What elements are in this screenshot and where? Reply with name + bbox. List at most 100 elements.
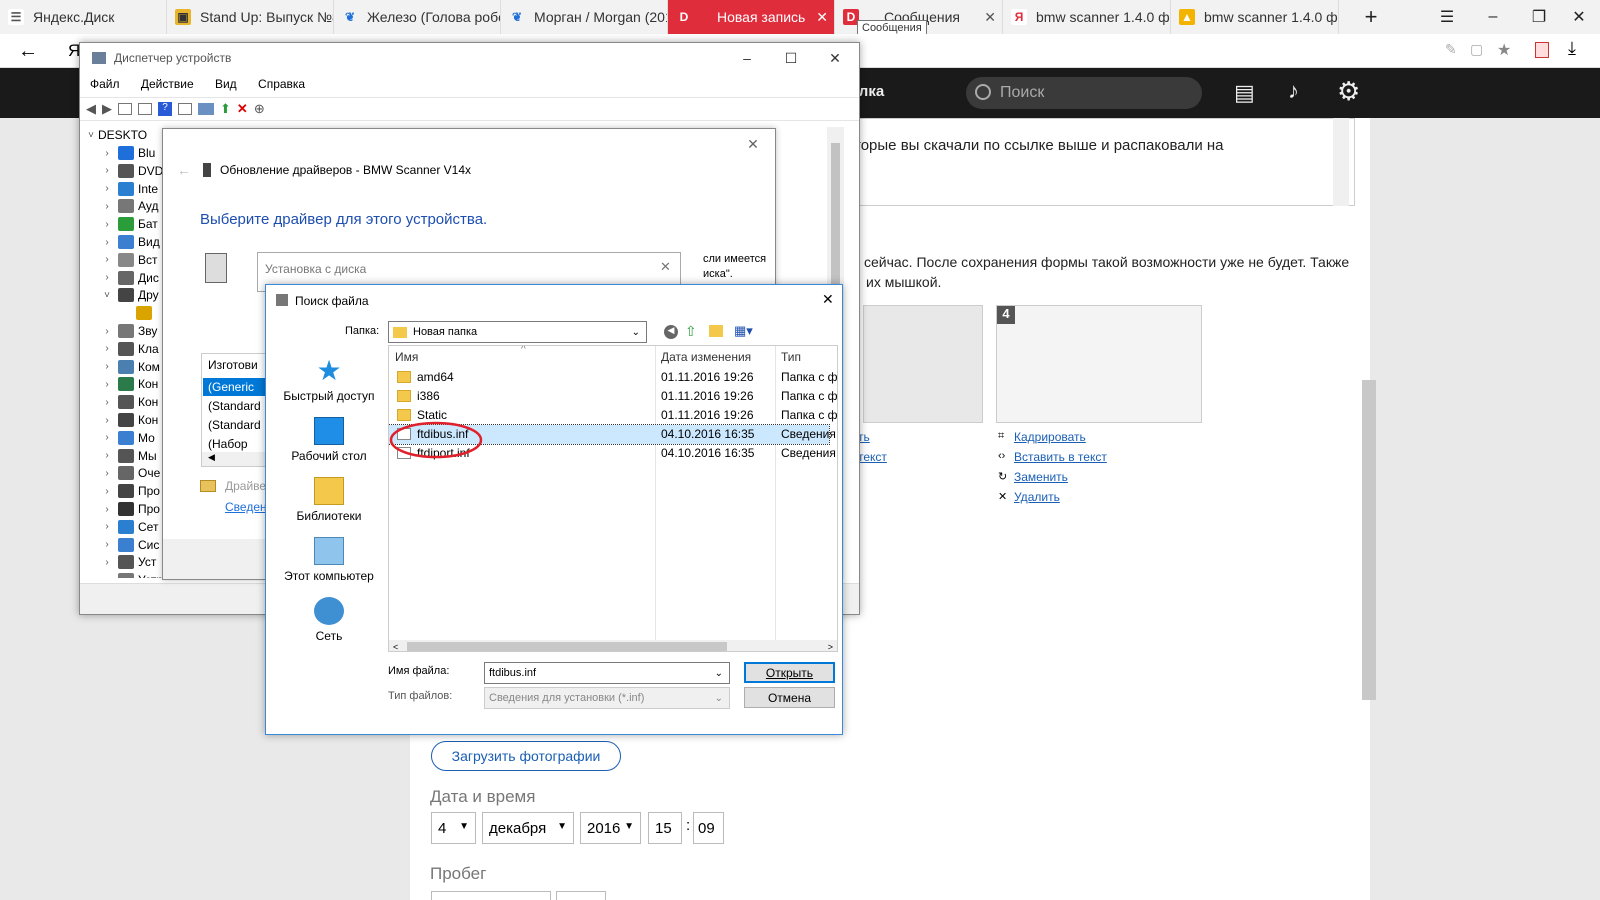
- tree-item[interactable]: ˅ Дру: [100, 286, 159, 304]
- chevron-right-icon[interactable]: ›: [100, 201, 114, 212]
- uninstall-icon[interactable]: ✕: [237, 101, 248, 117]
- close-icon[interactable]: ✕: [813, 43, 857, 73]
- replace-link[interactable]: Заменить: [1014, 470, 1068, 484]
- open-button[interactable]: Открыть: [744, 662, 835, 683]
- list-item[interactable]: (Standard: [208, 399, 261, 413]
- tree-item[interactable]: › Зву: [100, 322, 157, 340]
- tab-zhelezo[interactable]: ❦ Железо (Голова робот: [334, 0, 501, 34]
- insert-into-text-link[interactable]: Вставить в текст: [1014, 450, 1107, 464]
- chevron-right-icon[interactable]: ›: [100, 521, 114, 532]
- photo-thumbnail[interactable]: 4: [996, 305, 1202, 423]
- folder-row[interactable]: i386 01.11.2016 19:26 Папка с ф: [389, 387, 837, 406]
- editor-textarea[interactable]: [840, 118, 1355, 206]
- file-list-hscroll[interactable]: < >: [389, 640, 837, 651]
- scroll-left-icon[interactable]: <: [393, 642, 398, 651]
- up-folder-icon[interactable]: ⇧: [685, 323, 697, 340]
- star-icon[interactable]: ★: [1497, 40, 1511, 60]
- place-this-pc[interactable]: Этот компьютер: [270, 537, 388, 583]
- place-desktop[interactable]: Рабочий стол: [270, 417, 388, 463]
- menu-file[interactable]: Файл: [90, 77, 120, 91]
- new-folder-icon[interactable]: [709, 325, 723, 337]
- tree-item[interactable]: › Сет: [100, 518, 158, 536]
- chevron-right-icon[interactable]: ›: [100, 539, 114, 550]
- mileage-input[interactable]: [431, 891, 551, 900]
- back-icon[interactable]: ◀: [86, 101, 96, 117]
- tree-item[interactable]: › Мо: [100, 429, 155, 447]
- chevron-right-icon[interactable]: ›: [100, 450, 114, 461]
- lock-icon[interactable]: ▢: [1470, 41, 1483, 58]
- chevron-right-icon[interactable]: ›: [100, 148, 114, 159]
- tab-stand-up[interactable]: ▣ Stand Up: Выпуск №87: [167, 0, 334, 34]
- filetype-select[interactable]: Сведения для установки (*.inf) ⌄: [484, 687, 730, 709]
- downloads-icon[interactable]: ⤓: [1568, 38, 1576, 59]
- menu-icon[interactable]: ☰: [1424, 0, 1470, 34]
- editor-scrollbar[interactable]: [1333, 118, 1349, 206]
- tree-item[interactable]: › Мы: [100, 447, 157, 465]
- chevron-right-icon[interactable]: ›: [100, 468, 114, 479]
- list-item[interactable]: (Generic: [203, 378, 269, 396]
- chevron-right-icon[interactable]: ›: [100, 343, 114, 354]
- tree-item[interactable]: [118, 304, 156, 322]
- day-select[interactable]: 4 ▼: [431, 812, 476, 844]
- column-type[interactable]: Тип: [781, 350, 801, 364]
- tab-bmw-scanner-2[interactable]: ▲ bmw scanner 1.4.0 фот: [1171, 0, 1339, 34]
- close-icon[interactable]: ✕: [731, 129, 775, 159]
- crop-link[interactable]: Кадрировать: [1014, 430, 1086, 444]
- help-icon[interactable]: ?: [158, 102, 172, 116]
- close-icon[interactable]: ✕: [822, 291, 834, 308]
- tree-item[interactable]: › Бат: [100, 215, 158, 233]
- close-tab-icon[interactable]: ✕: [816, 9, 828, 26]
- back-arrow-icon[interactable]: ←: [177, 162, 191, 178]
- hour-input[interactable]: 15: [648, 812, 682, 844]
- tree-item[interactable]: › Кон: [100, 375, 158, 393]
- tree-item[interactable]: › Дис: [100, 269, 159, 287]
- tree-item[interactable]: › Про: [100, 482, 160, 500]
- chevron-right-icon[interactable]: ›: [100, 254, 114, 265]
- tree-item[interactable]: › Вид: [100, 233, 160, 251]
- folder-select[interactable]: Новая папка ⌄: [388, 321, 647, 343]
- chevron-right-icon[interactable]: ›: [100, 379, 114, 390]
- place-quick-access[interactable]: ★ Быстрый доступ: [270, 357, 388, 404]
- gear-icon[interactable]: ⚙: [1337, 76, 1360, 107]
- mileage-unit-select[interactable]: [556, 891, 606, 900]
- bell-icon[interactable]: ♪: [1288, 78, 1299, 104]
- folder-row[interactable]: amd64 01.11.2016 19:26 Папка с ф: [389, 368, 837, 387]
- month-select[interactable]: декабря ▼: [482, 812, 574, 844]
- menu-view[interactable]: Вид: [215, 77, 237, 91]
- minimize-icon[interactable]: –: [1470, 0, 1516, 34]
- menu-help[interactable]: Справка: [258, 77, 305, 91]
- scan-hardware-icon[interactable]: ⊕: [254, 101, 265, 117]
- messages-icon[interactable]: ▤: [1234, 80, 1255, 106]
- tab-yandex-disk[interactable]: ☰ Яндекс.Диск: [0, 0, 167, 34]
- chevron-right-icon[interactable]: ›: [100, 415, 114, 426]
- left-link-2[interactable]: текст: [858, 450, 887, 464]
- view-menu-icon[interactable]: ▦▾: [734, 323, 753, 339]
- list-hscroll[interactable]: ◀: [202, 452, 270, 466]
- chevron-right-icon[interactable]: ›: [100, 361, 114, 372]
- list-item[interactable]: (Набор: [208, 437, 248, 451]
- close-window-icon[interactable]: ✕: [1556, 0, 1600, 34]
- place-network[interactable]: Сеть: [270, 597, 388, 643]
- tree-item[interactable]: › Вст: [100, 251, 158, 269]
- chevron-right-icon[interactable]: ›: [100, 237, 114, 248]
- tab-new-post[interactable]: D Новая запись ✕: [668, 0, 835, 34]
- tree-item[interactable]: › Кон: [100, 411, 158, 429]
- tree-item[interactable]: › Ком: [100, 358, 160, 376]
- tree-item[interactable]: › Кон: [100, 393, 158, 411]
- year-select[interactable]: 2016 ▼: [580, 812, 641, 844]
- manufacturer-list[interactable]: Изготови (Generic (Standard (Standard (Н…: [201, 353, 271, 467]
- tree-item[interactable]: › Кла: [100, 340, 159, 358]
- tree-item[interactable]: › Blu: [100, 144, 155, 162]
- tree-item[interactable]: › Про: [100, 500, 160, 518]
- tab-bmw-scanner-1[interactable]: Я bmw scanner 1.4.0 фот: [1003, 0, 1171, 34]
- new-tab-icon[interactable]: +: [1348, 0, 1394, 34]
- scrollbar-thumb[interactable]: [407, 642, 727, 651]
- list-item[interactable]: (Standard: [208, 418, 261, 432]
- chevron-right-icon[interactable]: ›: [100, 272, 114, 283]
- tree-item[interactable]: › Inte: [100, 180, 158, 198]
- back-icon[interactable]: ◀: [664, 325, 678, 339]
- chevron-right-icon[interactable]: ›: [100, 219, 114, 230]
- maximize-icon[interactable]: ☐: [769, 43, 813, 73]
- menu-action[interactable]: Действие: [141, 77, 194, 91]
- chevron-right-icon[interactable]: ›: [100, 557, 114, 568]
